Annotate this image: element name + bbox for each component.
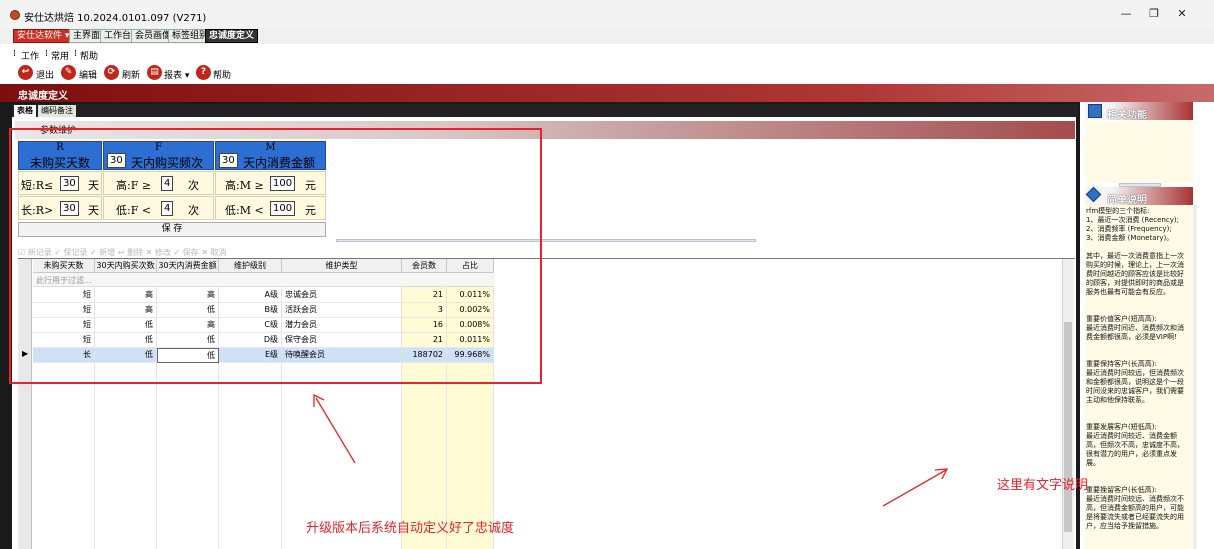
annotation-text-bottom: 升级版本后系统自动定义好了忠诚度 [306, 521, 515, 536]
annotation-arrow-left [315, 397, 356, 464]
annotation-arrow-right [882, 469, 947, 507]
annotation-text-right: 这里有文字说明 [997, 478, 1089, 493]
annotation-arrow-left-head [313, 393, 325, 407]
annotation-arrows [313, 393, 949, 507]
